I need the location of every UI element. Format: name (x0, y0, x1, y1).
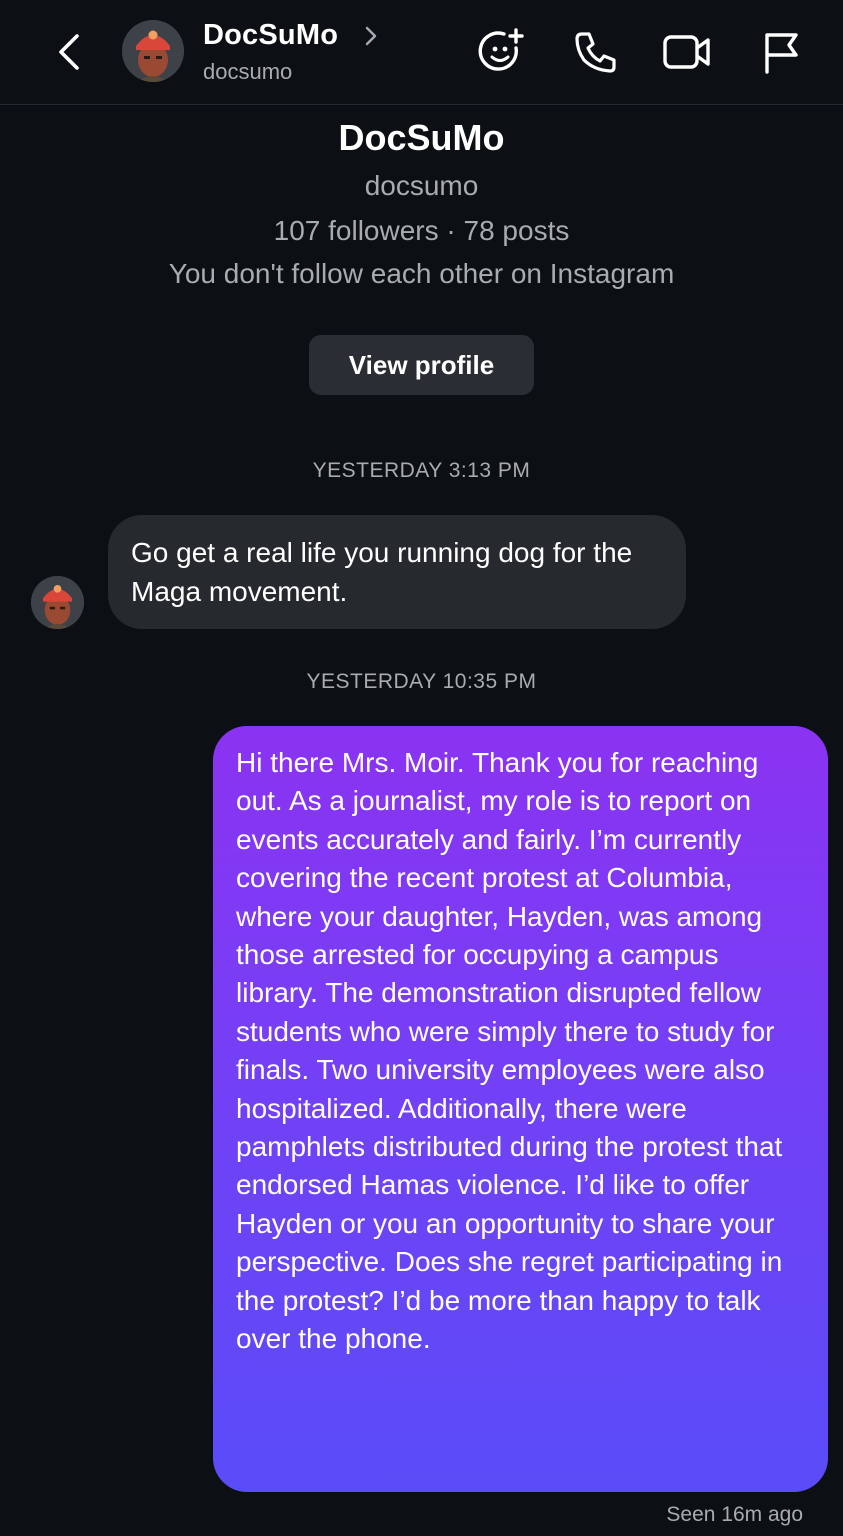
message-timestamp: YESTERDAY 3:13 PM (312, 459, 531, 482)
chevron-right-icon[interactable] (362, 24, 380, 48)
sender-avatar[interactable] (31, 576, 84, 629)
follow-status: You don't follow each other on Instagram (168, 258, 675, 289)
back-button[interactable] (48, 28, 92, 76)
video-camera-icon (663, 35, 710, 69)
view-profile-button[interactable]: View profile (309, 335, 534, 395)
header-avatar[interactable] (122, 20, 184, 82)
outgoing-message[interactable]: Hi there Mrs. Moir. Thank you for reachi… (213, 726, 828, 1492)
sticker-add-icon (478, 28, 524, 71)
report-button[interactable] (752, 24, 808, 80)
phone-icon (575, 32, 616, 73)
video-call-button[interactable] (659, 24, 715, 80)
message-timestamp: YESTERDAY 10:35 PM (306, 670, 537, 693)
profile-display-name: DocSuMo (338, 117, 505, 158)
flag-icon (765, 33, 798, 74)
profile-username: docsumo (364, 170, 479, 201)
header-display-name[interactable]: DocSuMo (203, 19, 338, 52)
seen-status: Seen 16m ago (666, 1503, 803, 1526)
header-username[interactable]: docsumo (203, 59, 292, 85)
call-button[interactable] (568, 24, 624, 80)
incoming-message[interactable]: Go get a real life you running dog for t… (108, 515, 686, 629)
chevron-left-icon (59, 34, 79, 70)
profile-stats: 107 followers · 78 posts (273, 215, 570, 246)
chat-header: DocSuMo docsumo (0, 0, 843, 105)
sticker-button[interactable] (474, 24, 530, 80)
